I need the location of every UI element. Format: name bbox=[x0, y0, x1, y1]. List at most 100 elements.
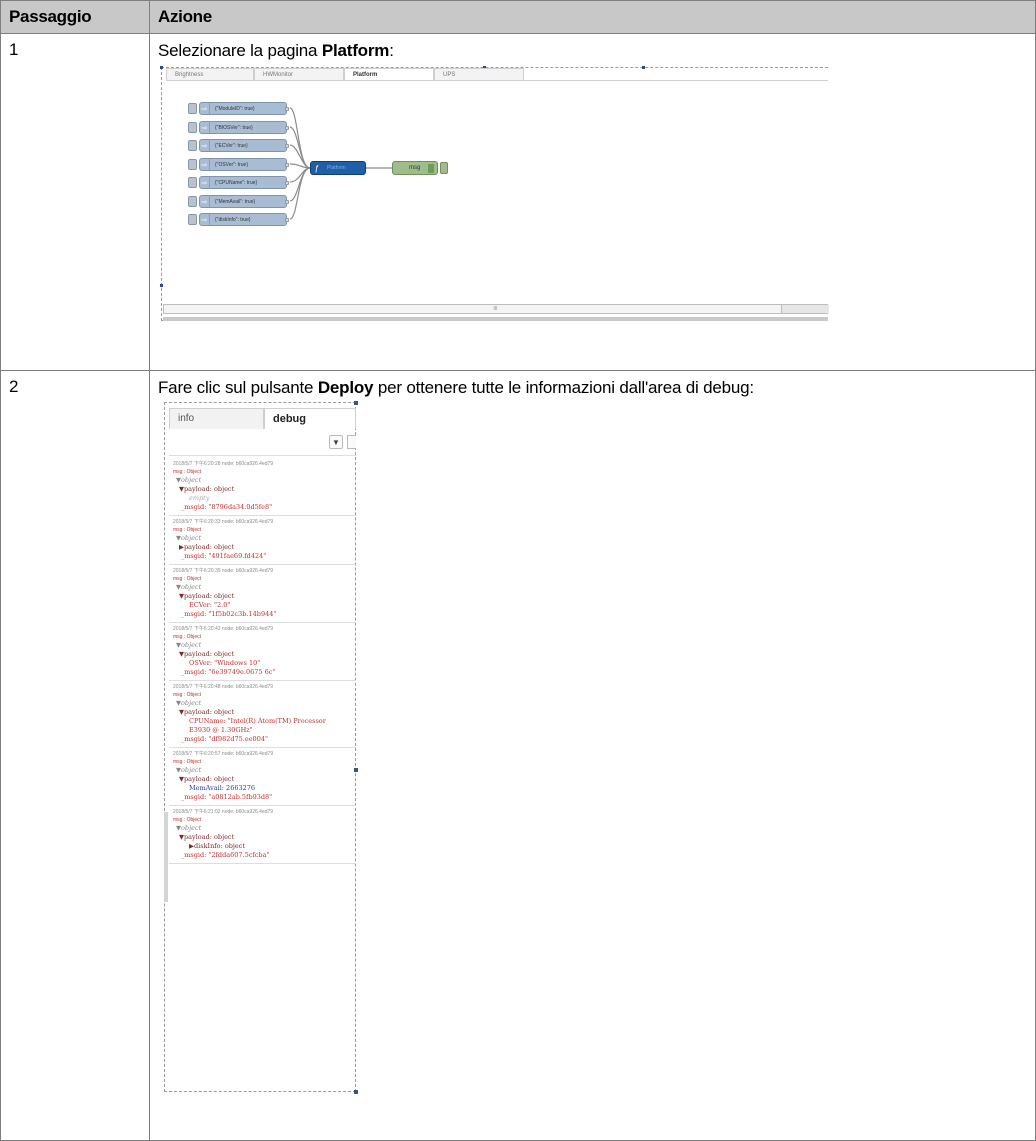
debug-message[interactable]: 2018/5/7 下午6:21:02 node: b60ca926.4ed79 m… bbox=[169, 806, 356, 864]
output-port[interactable] bbox=[285, 106, 289, 111]
instruction-suffix: : bbox=[389, 41, 394, 60]
message-meta: 2018/5/7 下午6:20:39 node: b60ca926.4ed79 bbox=[173, 568, 274, 574]
output-port[interactable] bbox=[285, 143, 289, 148]
debug-node-label: msg bbox=[409, 165, 421, 171]
debug-node[interactable]: msg bbox=[392, 161, 438, 175]
message-tree-line[interactable]: ▼object bbox=[173, 583, 356, 592]
inject-node[interactable]: ⇨ {"ModuleID": true} bbox=[188, 102, 289, 115]
message-tree-line[interactable]: ▼object bbox=[173, 476, 356, 485]
table-header-row: Passaggio Azione bbox=[0, 0, 1036, 34]
debug-message[interactable]: 2018/5/7 下午6:20:43 node: b60ca926.4ed79 m… bbox=[169, 623, 356, 681]
message-tree-line[interactable]: ▼payload: object bbox=[173, 833, 356, 842]
header-action: Azione bbox=[149, 0, 1036, 34]
message-meta: 2018/5/7 下午6:20:48 node: b60ca926.4ed79 bbox=[173, 684, 274, 690]
message-tree-line[interactable]: ▼object bbox=[173, 534, 356, 543]
inject-trigger-button[interactable] bbox=[188, 196, 197, 207]
inject-label: {"BIOSVer": true} bbox=[215, 124, 253, 131]
debug-message[interactable]: 2018/5/7 下午6:20:33 node: b60ca926.4ed79 m… bbox=[169, 516, 356, 565]
inject-trigger-button[interactable] bbox=[188, 122, 197, 133]
debug-message[interactable]: 2018/5/7 下午6:20:39 node: b60ca926.4ed79 m… bbox=[169, 565, 356, 623]
message-tree-line[interactable]: ▼object bbox=[173, 641, 356, 650]
output-port[interactable] bbox=[285, 180, 289, 185]
output-port[interactable] bbox=[285, 125, 289, 130]
output-port[interactable] bbox=[285, 217, 289, 222]
message-tree-line[interactable]: _msgid: "6e39749e.0675 6c" bbox=[173, 668, 356, 677]
message-tree-line[interactable]: ▼object bbox=[173, 824, 356, 833]
message-tree-line[interactable]: ▼object bbox=[173, 766, 356, 775]
scroll-arrow-right[interactable] bbox=[781, 305, 829, 313]
inject-trigger-button[interactable] bbox=[188, 159, 197, 170]
vertical-scrollbar[interactable] bbox=[164, 812, 168, 902]
inject-node[interactable]: ⇨ {"OSVer": true} bbox=[188, 158, 289, 171]
instruction-suffix: per ottenere tutte le informazioni dall'… bbox=[373, 378, 754, 397]
inject-node[interactable]: ⇨ {"BIOSVer": true} bbox=[188, 121, 289, 134]
debug-message[interactable]: 2018/5/7 下午6:20:57 node: b60ca926.4ed79 m… bbox=[169, 748, 356, 806]
scroll-grip-icon: III bbox=[493, 306, 498, 312]
inject-label: {"diskInfo": true} bbox=[215, 216, 251, 223]
flow-editor-screenshot: Brightness HWMonitor Platform UPS ⇨ {"Mo… bbox=[158, 65, 829, 324]
debug-message[interactable]: 2018/5/7 下午6:20:28 node: b60ca926.4ed79 m… bbox=[169, 458, 356, 516]
message-tree-line[interactable]: ECVer: "2.0" bbox=[173, 601, 356, 610]
arrow-right-icon: ⇨ bbox=[200, 103, 210, 114]
header-step: Passaggio bbox=[0, 0, 150, 34]
message-tree-line[interactable]: E3930 @ 1.30GHz" bbox=[173, 726, 356, 735]
message-tree-line[interactable]: ▼payload: object bbox=[173, 775, 356, 784]
inject-node[interactable]: ⇨ {"diskInfo": true} bbox=[188, 213, 289, 226]
inject-trigger-button[interactable] bbox=[188, 214, 197, 225]
message-tree-line[interactable]: CPUName: "Intel(R) Atom(TM) Processor bbox=[173, 717, 356, 726]
arrow-right-icon: ⇨ bbox=[200, 196, 210, 207]
message-tree-line[interactable]: _msgid: "df982d75.ee004" bbox=[173, 735, 356, 744]
inject-trigger-button[interactable] bbox=[188, 140, 197, 151]
message-type: msg : Object bbox=[173, 576, 202, 582]
message-type: msg : Object bbox=[173, 759, 202, 765]
inject-trigger-button[interactable] bbox=[188, 103, 197, 114]
step-instruction: Fare clic sul pulsante Deploy per ottene… bbox=[158, 377, 1027, 399]
message-tree-line[interactable]: ▼payload: object bbox=[173, 708, 356, 717]
clear-button[interactable] bbox=[347, 435, 356, 449]
step-instruction: Selezionare la pagina Platform: bbox=[158, 40, 1027, 62]
debug-message[interactable]: 2018/5/7 下午6:20:48 node: b60ca926.4ed79 m… bbox=[169, 681, 356, 748]
tab-debug[interactable]: debug bbox=[264, 408, 356, 429]
debug-toggle-icon[interactable] bbox=[428, 164, 434, 173]
inject-trigger-button[interactable] bbox=[188, 177, 197, 188]
message-tree-line[interactable]: ▶payload: object bbox=[173, 543, 356, 552]
function-icon: ƒ bbox=[314, 163, 320, 173]
message-type: msg : Object bbox=[173, 692, 202, 698]
output-port[interactable] bbox=[285, 162, 289, 167]
inject-node[interactable]: ⇨ {"ECVer": true} bbox=[188, 139, 289, 152]
debug-enable-button[interactable] bbox=[440, 162, 448, 174]
instruction-bold: Deploy bbox=[317, 378, 374, 397]
message-type: msg : Object bbox=[173, 469, 202, 475]
inject-node[interactable]: ⇨ {"CPUName": true} bbox=[188, 176, 289, 189]
inject-label: {"MemAvail": true} bbox=[215, 198, 256, 205]
output-port[interactable] bbox=[285, 199, 289, 204]
inject-node[interactable]: ⇨ {"MemAvail": true} bbox=[188, 195, 289, 208]
filter-icon[interactable]: ▼ bbox=[329, 435, 343, 449]
function-node[interactable]: ƒ Platform bbox=[310, 161, 366, 175]
table-row: 2 Fare clic sul pulsante Deploy per otte… bbox=[0, 370, 1036, 1141]
message-tree-line[interactable]: _msgid: "1f5b02c3b.14b944" bbox=[173, 610, 356, 619]
action-cell: Fare clic sul pulsante Deploy per ottene… bbox=[149, 370, 1036, 1141]
message-tree-line[interactable]: ▼payload: object bbox=[173, 592, 356, 601]
horizontal-scrollbar[interactable]: III bbox=[163, 304, 829, 314]
message-tree-line[interactable]: ▼payload: object bbox=[173, 650, 356, 659]
message-tree-line[interactable]: empty bbox=[173, 494, 356, 503]
message-tree-line[interactable]: _msgid: "a0812ab.5fb93d8" bbox=[173, 793, 356, 802]
message-tree-line[interactable]: MemAvail: 2663276 bbox=[173, 784, 356, 793]
message-tree-line[interactable]: ▶diskInfo: object bbox=[173, 842, 356, 851]
message-tree-line[interactable]: OSVer: "Windows 10" bbox=[173, 659, 356, 668]
message-tree-line[interactable]: _msgid: "2fdda607.5cfcba" bbox=[173, 851, 356, 860]
debug-panel-screenshot: info debug ▼ 2018/5/7 下午6:20:28 node: b6… bbox=[164, 401, 364, 1094]
message-type: msg : Object bbox=[173, 817, 202, 823]
arrow-right-icon: ⇨ bbox=[200, 122, 210, 133]
message-tree-line[interactable]: ▼payload: object bbox=[173, 485, 356, 494]
message-tree-line[interactable]: _msgid: "8796da34.0d5fe8" bbox=[173, 503, 356, 512]
arrow-right-icon: ⇨ bbox=[200, 159, 210, 170]
message-tree-line[interactable]: ▼object bbox=[173, 699, 356, 708]
sidebar-tabs: info debug bbox=[169, 408, 356, 429]
message-meta: 2018/5/7 下午6:20:28 node: b60ca926.4ed79 bbox=[173, 461, 274, 467]
selection-handle bbox=[354, 401, 358, 405]
message-meta: 2018/5/7 下午6:21:02 node: b60ca926.4ed79 bbox=[173, 809, 274, 815]
message-tree-line[interactable]: _msgid: "491fae69.fd424" bbox=[173, 552, 356, 561]
tab-info[interactable]: info bbox=[169, 408, 264, 429]
